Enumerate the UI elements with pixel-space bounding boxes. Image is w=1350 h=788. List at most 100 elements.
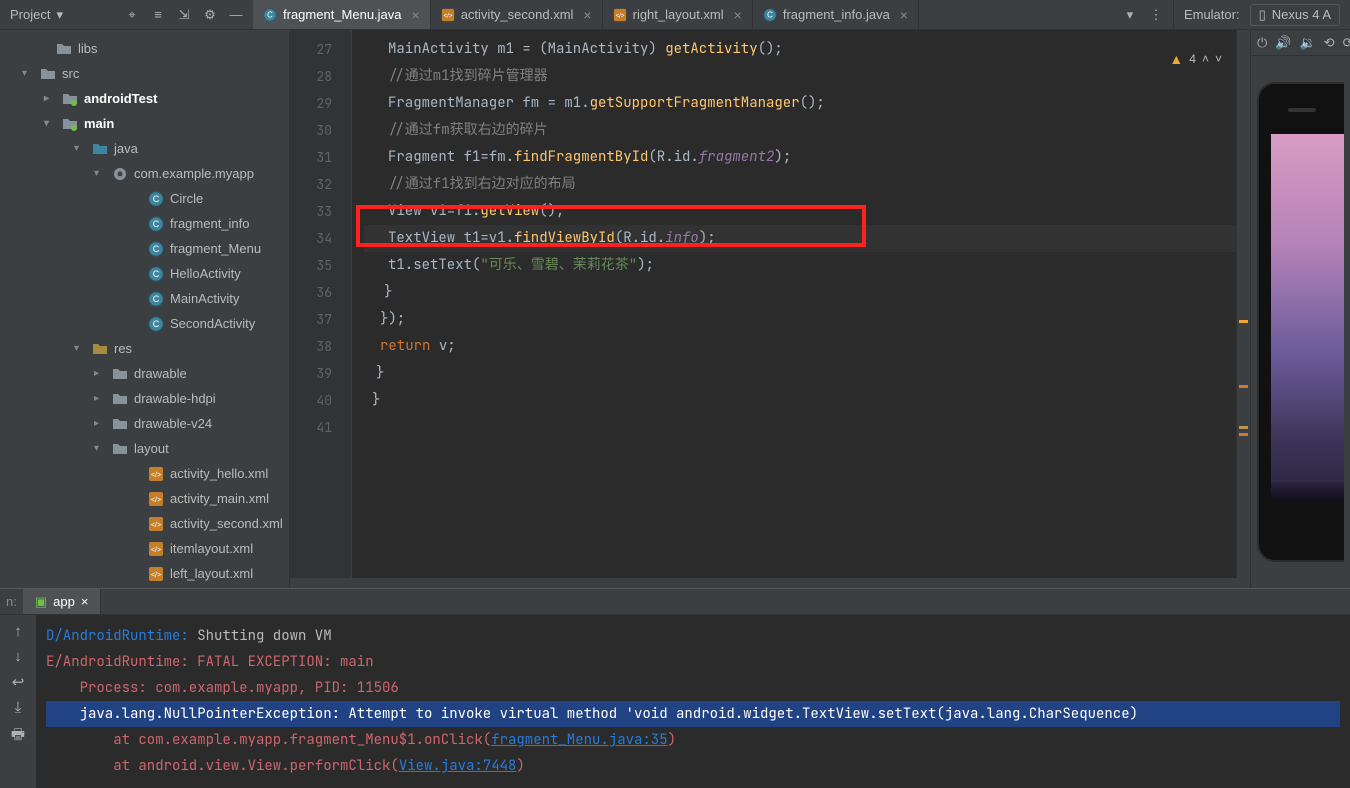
- xml-icon: </>: [148, 541, 164, 557]
- console-line: E/AndroidRuntime: FATAL EXCEPTION: main: [46, 649, 1340, 675]
- gear-icon[interactable]: ⚙: [199, 4, 221, 26]
- main-area: libs▾src▸androidTest▾main▾java▾com.examp…: [0, 30, 1350, 588]
- stripe-mark[interactable]: [1239, 426, 1248, 429]
- close-icon[interactable]: ×: [81, 594, 89, 609]
- tree-item-label: activity_hello.xml: [170, 466, 268, 481]
- logcat-tab-app[interactable]: ▣ app ×: [23, 589, 102, 614]
- code-content[interactable]: MainActivity m1 = (MainActivity) getActi…: [352, 30, 1236, 578]
- code-scroll[interactable]: 272829303132333435363738394041 MainActiv…: [290, 30, 1250, 578]
- tree-item[interactable]: CMainActivity: [0, 286, 289, 311]
- close-icon[interactable]: ×: [583, 7, 591, 23]
- up-arrow-icon[interactable]: ↑: [14, 623, 22, 640]
- close-icon[interactable]: ×: [734, 7, 742, 23]
- chevron-down-icon[interactable]: ˅: [1215, 52, 1222, 66]
- tree-item[interactable]: Cfragment_info: [0, 211, 289, 236]
- phone-screen[interactable]: [1271, 134, 1344, 500]
- collapse-all-icon[interactable]: ⇲: [173, 4, 195, 26]
- editor-tab[interactable]: Cfragment_Menu.java×: [253, 0, 431, 29]
- expand-all-icon[interactable]: ≡: [147, 4, 169, 26]
- project-view-toolbar: ⌖ ≡ ⇲ ⚙ —: [115, 0, 253, 29]
- rotate-right-icon[interactable]: ⟳: [1343, 35, 1350, 51]
- minimize-icon[interactable]: —: [225, 4, 247, 26]
- tree-item[interactable]: ▾main: [0, 111, 289, 136]
- tree-arrow-icon: ▾: [94, 443, 106, 454]
- tree-item-label: java: [114, 141, 138, 156]
- stripe-mark[interactable]: [1239, 320, 1248, 323]
- tree-item-label: androidTest: [84, 91, 157, 106]
- tree-item[interactable]: </>left_layout.xml: [0, 561, 289, 586]
- folder-icon: [112, 416, 128, 432]
- tree-item[interactable]: ▸ drawable-v24: [0, 411, 289, 436]
- stripe-mark[interactable]: [1239, 433, 1248, 436]
- svg-text:C: C: [153, 244, 160, 254]
- print-icon[interactable]: 🖶: [11, 724, 25, 749]
- tree-item[interactable]: ▾java: [0, 136, 289, 161]
- tree-item[interactable]: CHelloActivity: [0, 261, 289, 286]
- editor-tab[interactable]: </>activity_second.xml×: [431, 0, 603, 29]
- svg-text:</>: </>: [151, 572, 161, 579]
- tree-item[interactable]: </>activity_main.xml: [0, 486, 289, 511]
- svg-text:C: C: [153, 194, 160, 204]
- line-number: 29: [290, 90, 332, 117]
- svg-text:</>: </>: [151, 547, 161, 554]
- warning-count: 4: [1189, 52, 1196, 66]
- device-selector[interactable]: ▯ Nexus 4 A: [1250, 4, 1340, 26]
- class-icon: C: [148, 291, 164, 307]
- tree-item[interactable]: ▾src: [0, 61, 289, 86]
- tree-item[interactable]: CSecondActivity: [0, 311, 289, 336]
- tree-item-label: drawable: [134, 366, 187, 381]
- warning-icon: ▲: [1169, 51, 1183, 67]
- folder-icon: [112, 441, 128, 457]
- bottom-body: ↑ ↓ ↩ ⤓ 🖶 D/AndroidRuntime: Shutting dow…: [0, 615, 1350, 788]
- tree-item[interactable]: ▾com.example.myapp: [0, 161, 289, 186]
- code-line: //通过f1找到右边对应的布局: [364, 171, 1236, 198]
- tree-item[interactable]: </>activity_hello.xml: [0, 461, 289, 486]
- tree-item-label: fragment_Menu: [170, 241, 261, 256]
- rotate-left-icon[interactable]: ⟲: [1324, 35, 1335, 51]
- tree-item[interactable]: ▸drawable-hdpi: [0, 386, 289, 411]
- tree-item[interactable]: </>activity_second.xml: [0, 511, 289, 536]
- tree-item[interactable]: ▾res: [0, 336, 289, 361]
- svg-text:C: C: [267, 10, 273, 19]
- code-line: }: [364, 279, 1236, 306]
- tree-item[interactable]: ▸drawable: [0, 361, 289, 386]
- tree-item[interactable]: libs: [0, 36, 289, 61]
- tree-item[interactable]: CCircle: [0, 186, 289, 211]
- editor-tab[interactable]: </>right_layout.xml×: [603, 0, 753, 29]
- horizontal-scrollbar[interactable]: [290, 578, 1250, 588]
- line-number: 27: [290, 36, 332, 63]
- error-stripe[interactable]: [1236, 30, 1250, 578]
- logcat-tab-label: app: [53, 594, 75, 609]
- volume-up-icon[interactable]: 🔊: [1275, 35, 1291, 51]
- stripe-mark[interactable]: [1239, 385, 1248, 388]
- stacktrace-link[interactable]: View.java:7448: [399, 757, 517, 775]
- chevron-down-icon[interactable]: ▾: [1119, 4, 1141, 26]
- tree-item-label: drawable-v24: [134, 416, 212, 431]
- svg-text:C: C: [153, 269, 160, 279]
- down-arrow-icon[interactable]: ↓: [14, 648, 22, 665]
- soft-wrap-icon[interactable]: ↩: [12, 673, 25, 691]
- android-icon: ▣: [35, 594, 47, 610]
- svg-text:C: C: [767, 10, 773, 19]
- console-output[interactable]: D/AndroidRuntime: Shutting down VME/Andr…: [36, 615, 1350, 788]
- more-icon[interactable]: ⋮: [1145, 4, 1167, 26]
- scroll-to-end-icon[interactable]: ⤓: [15, 699, 22, 716]
- tree-item[interactable]: </>itemlayout.xml: [0, 536, 289, 561]
- close-icon[interactable]: ×: [900, 7, 908, 23]
- editor-tabs: Cfragment_Menu.java×</>activity_second.x…: [253, 0, 1113, 29]
- volume-down-icon[interactable]: 🔉: [1299, 35, 1315, 51]
- project-dropdown[interactable]: Project ▾: [0, 0, 115, 29]
- target-icon[interactable]: ⌖: [121, 4, 143, 26]
- close-icon[interactable]: ×: [412, 7, 420, 23]
- tree-item[interactable]: ▸androidTest: [0, 86, 289, 111]
- power-icon[interactable]: ⏻: [1257, 35, 1267, 51]
- editor-tab[interactable]: Cfragment_info.java×: [753, 0, 919, 29]
- tree-item[interactable]: Cfragment_Menu: [0, 236, 289, 261]
- device-selector-label: Nexus 4 A: [1272, 7, 1331, 22]
- svg-text:</>: </>: [151, 522, 161, 529]
- tree-arrow-icon: ▸: [94, 418, 106, 429]
- emulator-device-frame[interactable]: [1257, 82, 1344, 562]
- tree-item[interactable]: ▾layout: [0, 436, 289, 461]
- chevron-up-icon[interactable]: ˄: [1202, 52, 1209, 66]
- stacktrace-link[interactable]: fragment_Menu.java:35: [491, 731, 667, 749]
